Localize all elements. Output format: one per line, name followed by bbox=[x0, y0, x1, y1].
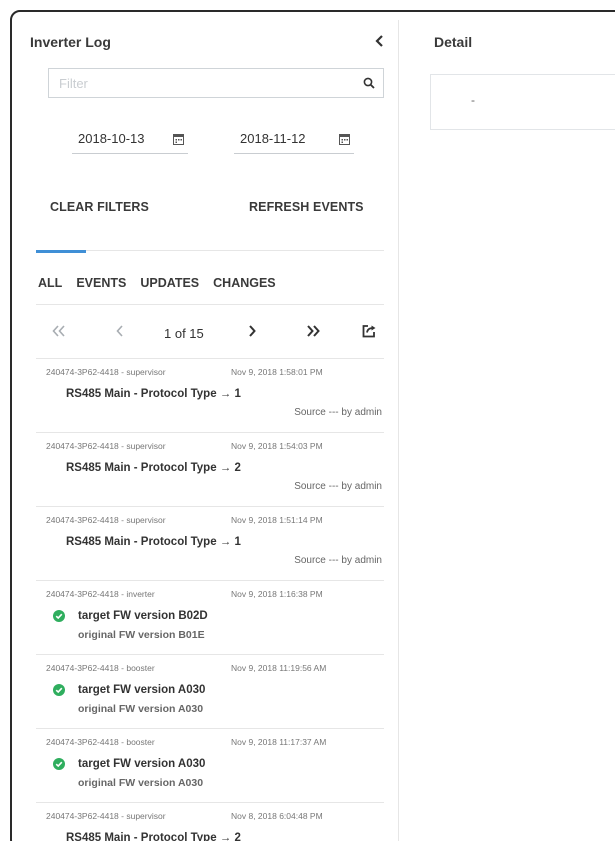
log-subtitle: original FW version A030 bbox=[78, 703, 204, 715]
log-source: Source --- by admin bbox=[294, 481, 382, 492]
check-circle-icon bbox=[53, 758, 65, 770]
log-timestamp: Nov 9, 2018 1:54:03 PM bbox=[231, 441, 323, 451]
detail-title: Detail bbox=[434, 34, 473, 50]
share-export-icon bbox=[362, 325, 376, 338]
log-timestamp: Nov 9, 2018 1:51:14 PM bbox=[231, 515, 323, 525]
log-device: 240474-3P62-4418 - inverter bbox=[46, 589, 155, 599]
log-timestamp: Nov 8, 2018 6:04:48 PM bbox=[231, 811, 323, 821]
prev-page-button[interactable] bbox=[116, 324, 124, 342]
tab-all[interactable]: ALL bbox=[38, 276, 62, 290]
log-device: 240474-3P62-4418 - supervisor bbox=[46, 515, 166, 525]
log-title: RS485 Main - Protocol Type → 1 bbox=[66, 388, 241, 400]
date-from-field[interactable]: 2018-10-13 bbox=[72, 124, 188, 154]
refresh-events-button[interactable]: REFRESH EVENTS bbox=[249, 200, 364, 214]
event-tabs: ALL EVENTS UPDATES CHANGES bbox=[38, 276, 276, 290]
tab-updates[interactable]: UPDATES bbox=[140, 276, 199, 290]
last-page-button[interactable] bbox=[306, 324, 320, 342]
check-circle-icon bbox=[53, 610, 65, 622]
list-item[interactable]: 240474-3P62-4418 - supervisor Nov 9, 201… bbox=[36, 359, 384, 433]
double-chevron-right-icon bbox=[307, 325, 320, 337]
list-item[interactable]: 240474-3P62-4418 - supervisor Nov 9, 201… bbox=[36, 433, 384, 507]
list-item[interactable]: 240474-3P62-4418 - booster Nov 9, 2018 1… bbox=[36, 655, 384, 729]
log-source: Source --- by admin bbox=[294, 407, 382, 418]
calendar-icon[interactable] bbox=[173, 133, 184, 145]
log-timestamp: Nov 9, 2018 1:16:38 PM bbox=[231, 589, 323, 599]
list-item[interactable]: 240474-3P62-4418 - booster Nov 9, 2018 1… bbox=[36, 729, 384, 803]
search-icon[interactable] bbox=[363, 77, 375, 89]
log-timestamp: Nov 9, 2018 11:17:37 AM bbox=[231, 737, 327, 747]
panel-divider bbox=[398, 20, 399, 841]
filter-input[interactable] bbox=[49, 69, 339, 97]
log-device: 240474-3P62-4418 - supervisor bbox=[46, 441, 166, 451]
first-page-button[interactable] bbox=[52, 324, 66, 342]
log-title: RS485 Main - Protocol Type → 2 bbox=[66, 832, 241, 841]
log-title: target FW version B02D bbox=[78, 610, 208, 622]
detail-card: - bbox=[430, 74, 615, 130]
list-item[interactable]: 240474-3P62-4418 - supervisor Nov 8, 201… bbox=[36, 803, 384, 841]
detail-panel: Detail - bbox=[422, 12, 615, 841]
inverter-log-panel: Inverter Log 2018-10-13 bbox=[24, 12, 384, 841]
date-to-value: 2018-11-12 bbox=[240, 131, 306, 146]
active-tab-indicator bbox=[36, 250, 86, 253]
log-title: target FW version A030 bbox=[78, 758, 206, 770]
filter-field[interactable] bbox=[48, 68, 384, 98]
tab-divider bbox=[36, 250, 384, 251]
log-title: target FW version A030 bbox=[78, 684, 206, 696]
log-device: 240474-3P62-4418 - supervisor bbox=[46, 367, 166, 377]
app-frame: Inverter Log 2018-10-13 bbox=[10, 10, 615, 841]
log-subtitle: original FW version A030 bbox=[78, 777, 204, 789]
panel-title: Inverter Log bbox=[30, 34, 111, 50]
log-device: 240474-3P62-4418 - booster bbox=[46, 663, 155, 673]
check-circle-icon bbox=[53, 684, 65, 696]
tabs-divider bbox=[36, 304, 384, 305]
page-indicator: 1 of 15 bbox=[164, 326, 204, 341]
log-timestamp: Nov 9, 2018 11:19:56 AM bbox=[231, 663, 327, 673]
date-from-value: 2018-10-13 bbox=[78, 131, 145, 146]
tab-changes[interactable]: CHANGES bbox=[213, 276, 276, 290]
calendar-icon[interactable] bbox=[339, 133, 350, 145]
list-item[interactable]: 240474-3P62-4418 - supervisor Nov 9, 201… bbox=[36, 507, 384, 581]
date-to-field[interactable]: 2018-11-12 bbox=[234, 124, 354, 154]
clear-filters-button[interactable]: CLEAR FILTERS bbox=[50, 200, 149, 214]
log-device: 240474-3P62-4418 - booster bbox=[46, 737, 155, 747]
log-title: RS485 Main - Protocol Type → 2 bbox=[66, 462, 241, 474]
list-item[interactable]: 240474-3P62-4418 - inverter Nov 9, 2018 … bbox=[36, 581, 384, 655]
chevron-left-icon bbox=[375, 35, 383, 47]
log-device: 240474-3P62-4418 - supervisor bbox=[46, 811, 166, 821]
log-subtitle: original FW version B01E bbox=[78, 629, 205, 641]
detail-value: - bbox=[471, 93, 475, 107]
next-page-button[interactable] bbox=[248, 324, 256, 342]
log-source: Source --- by admin bbox=[294, 555, 382, 566]
tab-events[interactable]: EVENTS bbox=[76, 276, 126, 290]
double-chevron-left-icon bbox=[52, 325, 65, 337]
log-list: 240474-3P62-4418 - supervisor Nov 9, 201… bbox=[36, 359, 384, 841]
log-title: RS485 Main - Protocol Type → 1 bbox=[66, 536, 241, 548]
chevron-left-icon bbox=[116, 325, 123, 337]
pagination: 1 of 15 bbox=[36, 312, 384, 356]
chevron-right-icon bbox=[249, 325, 256, 337]
collapse-panel-button[interactable] bbox=[374, 32, 388, 50]
log-timestamp: Nov 9, 2018 1:58:01 PM bbox=[231, 367, 323, 377]
export-button[interactable] bbox=[362, 324, 376, 343]
